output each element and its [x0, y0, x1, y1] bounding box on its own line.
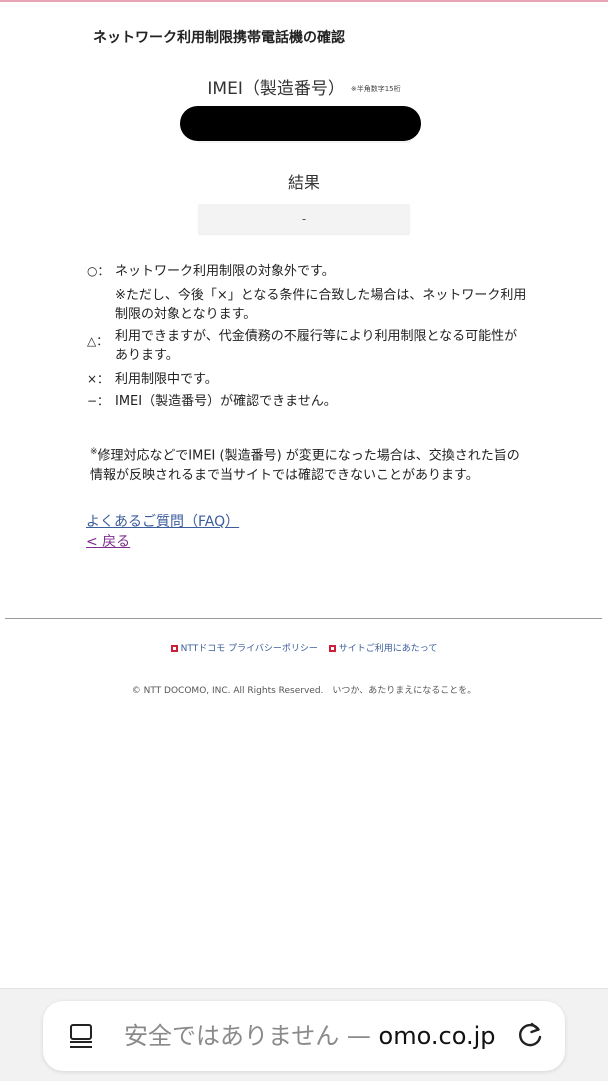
result-label: 結果	[287, 173, 320, 192]
legend-text: 利用制限中です。	[115, 372, 218, 387]
legend-symbol: ○：	[87, 264, 110, 278]
insecure-warning: 安全ではありません —	[124, 1022, 379, 1050]
back-link[interactable]: < 戻る	[86, 531, 130, 551]
legend-text: 利用できますが、代金債務の不履行等により利用制限となる可能性があります。	[115, 329, 518, 363]
url-host: omo.co.jp	[378, 1022, 496, 1050]
footer-divider	[5, 618, 602, 619]
reload-icon[interactable]	[516, 1020, 546, 1050]
note-mark: ※	[90, 447, 98, 457]
note-text: 修理対応などでIMEI (製造番号) が変更になった場合は、交換された旨の情報が…	[90, 448, 520, 484]
link-marker-icon	[328, 645, 336, 652]
legend-text: ネットワーク利用制限の対象外です。	[115, 264, 335, 279]
address-text[interactable]: 安全ではありません — omo.co.jp	[124, 1018, 496, 1054]
imei-change-note: ※修理対応などでIMEI (製造番号) が変更になった場合は、交換された旨の情報…	[90, 442, 530, 486]
legend-item-circle-note: ※ただし、今後「×」となる条件に合致した場合は、ネットワーク利用制限の対象となり…	[87, 286, 527, 324]
legend-symbol: ×：	[87, 372, 110, 386]
page-title: ネットワーク利用制限携帯電話機の確認	[93, 30, 345, 46]
legend-item-circle: ○： ネットワーク利用制限の対象外です。	[87, 262, 527, 281]
legend-symbol: −：	[87, 394, 110, 408]
site-terms-link[interactable]: サイトご利用にあたって	[328, 644, 438, 654]
legend-item-triangle: △： 利用できますが、代金債務の不履行等により利用制限となる可能性があります。	[87, 327, 527, 365]
legend-symbol	[87, 286, 115, 324]
imei-label-text: IMEI（製造番号）	[207, 79, 345, 99]
legend-symbol: △：	[87, 334, 109, 348]
legend-list: ○： ネットワーク利用制限の対象外です。 ※ただし、今後「×」となる条件に合致し…	[87, 262, 527, 411]
redaction-mark	[180, 106, 421, 141]
top-accent-rule	[0, 0, 608, 2]
legend-item-cross: ×： 利用制限中です。	[87, 370, 527, 389]
faq-link[interactable]: よくあるご質問（FAQ）	[86, 511, 239, 531]
footer-links: NTTドコモ プライバシーポリシー サイトご利用にあたって	[0, 641, 608, 654]
site-terms-label: サイトご利用にあたって	[338, 644, 438, 654]
legend-text: IMEI（製造番号）が確認できません。	[115, 394, 337, 409]
privacy-policy-label: NTTドコモ プライバシーポリシー	[180, 644, 318, 654]
tabs-icon[interactable]	[68, 1022, 92, 1050]
copyright: © NTT DOCOMO, INC. All Rights Reserved. …	[131, 686, 477, 696]
legend-text: ※ただし、今後「×」となる条件に合致した場合は、ネットワーク利用制限の対象となり…	[115, 288, 527, 322]
privacy-policy-link[interactable]: NTTドコモ プライバシーポリシー	[170, 644, 318, 654]
legend-item-dash: −： IMEI（製造番号）が確認できません。	[87, 392, 527, 411]
imei-label: IMEI（製造番号） ※半角数字15桁	[0, 74, 608, 99]
link-marker-icon	[170, 645, 178, 652]
result-field: -	[198, 204, 410, 234]
imei-format-note: ※半角数字15桁	[350, 85, 401, 93]
